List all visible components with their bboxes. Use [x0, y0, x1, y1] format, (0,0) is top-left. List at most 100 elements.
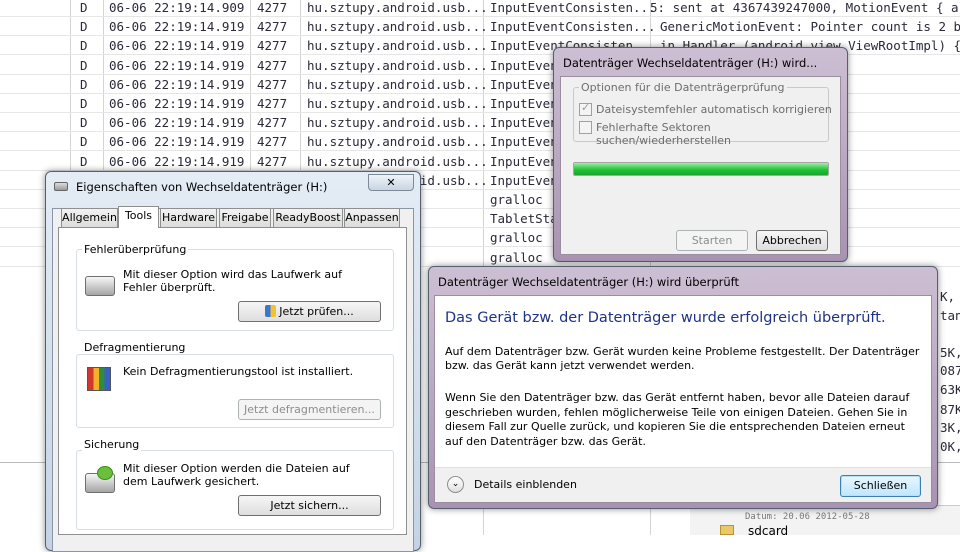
log-cell-tag: TabletSta: [490, 211, 558, 227]
close-icon: ✕: [386, 176, 396, 189]
fix-errors-checkbox[interactable]: ✓: [579, 101, 592, 116]
error-check-label: Fehlerüberprüfung: [82, 243, 189, 256]
scan-sectors-checkbox[interactable]: [579, 121, 592, 134]
check-now-button[interactable]: Jetzt prüfen...: [238, 301, 381, 322]
log-cell-time: 06-06 22:19:14.919: [109, 57, 245, 73]
log-cell-time: 06-06 22:19:14.919: [109, 153, 245, 169]
tab-freigabe[interactable]: Freigabe: [219, 208, 271, 227]
log-cell-pid: 4277: [257, 153, 288, 169]
log-edge-text: tan: [940, 308, 960, 323]
log-cell-app: hu.sztupy.android.usb...: [307, 115, 488, 131]
log-cell-lvl: D: [80, 76, 88, 92]
options-label: Optionen für die Datenträgerprüfung: [579, 81, 787, 94]
log-edge-text: 3K,: [940, 420, 960, 435]
result-paragraph-2: Wenn Sie den Datenträger bzw. das Gerät …: [445, 391, 910, 448]
backup-label: Sicherung: [82, 438, 142, 451]
tab-readyboost[interactable]: ReadyBoost: [273, 208, 343, 227]
window-title: Datenträger Wechseldatenträger (H:) wird…: [438, 275, 740, 289]
log-cell-tag: InputEventConsisten...: [490, 19, 656, 35]
expand-details-icon[interactable]: ⌄: [447, 476, 464, 493]
defrag-icon: [87, 367, 111, 391]
log-cell-lvl: D: [80, 57, 88, 73]
folder-icon: [720, 525, 734, 535]
log-cell-lvl: D: [80, 134, 88, 150]
log-cell-pid: 4277: [257, 0, 288, 15]
tools-tab-panel: Fehlerüberprüfung Mit dieser Option wird…: [58, 227, 407, 535]
explorer-item[interactable]: sdcard: [748, 524, 788, 538]
log-cell-pid: 4277: [257, 115, 288, 131]
tab-anpassen[interactable]: Anpassen: [344, 208, 400, 227]
error-check-text: Mit dieser Option wird das Laufwerk auf …: [123, 268, 342, 294]
log-cell-time: 06-06 22:19:14.919: [109, 96, 245, 111]
scan-sectors-label: Fehlerhafte Sektoren suchen/wiederherste…: [596, 121, 731, 147]
log-cell-pid: 4277: [257, 76, 288, 92]
log-cell-time: 06-06 22:19:14.919: [109, 115, 245, 131]
log-cell-tag: gralloc: [490, 192, 543, 207]
log-cell-msg: GenericMotionEvent: Pointer count is 2 b…: [660, 19, 960, 35]
drive-icon: [85, 276, 115, 296]
explorer-pane: Datum: 20.06 2012-05-28 sdcard: [690, 505, 960, 538]
tab-hardware[interactable]: Hardware: [160, 208, 217, 227]
explorer-date: Datum: 20.06 2012-05-28: [745, 512, 870, 522]
log-cell-lvl: D: [80, 96, 88, 111]
details-toggle[interactable]: Details einblenden: [474, 478, 577, 491]
log-edge-text: 087: [940, 363, 960, 378]
defrag-label: Defragmentierung: [82, 341, 188, 354]
log-cell-time: 06-06 22:19:14.919: [109, 19, 245, 35]
drive-icon: [54, 182, 68, 191]
log-cell-lvl: D: [80, 38, 88, 54]
result-footer: ⌄ Details einblenden Schließen: [435, 467, 931, 502]
progress-bar: [573, 162, 829, 176]
log-edge-text: 0K,: [940, 439, 960, 454]
log-cell-lvl: D: [80, 153, 88, 169]
cancel-button[interactable]: Abbrechen: [756, 230, 828, 251]
log-cell-tag: InputEventConsisten...: [490, 0, 656, 15]
backup-now-button[interactable]: Jetzt sichern...: [238, 495, 381, 516]
log-cell-lvl: D: [80, 115, 88, 131]
result-client: Das Gerät bzw. der Datenträger wurde erf…: [434, 295, 932, 503]
log-cell-app: hu.sztupy.android.usb...: [307, 0, 488, 15]
log-cell-tag: gralloc: [490, 230, 543, 246]
log-edge-text: K,: [940, 289, 956, 304]
close-button[interactable]: ✕: [368, 174, 414, 191]
defrag-text: Kein Defragmentierungstool ist installie…: [123, 365, 354, 378]
log-cell-pid: 4277: [257, 96, 288, 111]
close-dialog-button[interactable]: Schließen: [840, 475, 921, 497]
log-row[interactable]: D 06-06 22:19:14.919 4277 hu.sztupy.android…: [0, 17, 960, 36]
tab-allgemein[interactable]: Allgemein: [61, 208, 118, 227]
log-cell-app: hu.sztupy.android.usb...: [307, 19, 488, 35]
shield-icon: [265, 305, 277, 317]
log-cell-pid: 4277: [257, 134, 288, 150]
log-cell-time: 06-06 22:19:14.919: [109, 76, 245, 92]
result-window: Datenträger Wechseldatenträger (H:) wird…: [428, 266, 938, 509]
log-cell-msg: 5: sent at 4367439247000, MotionEvent { …: [650, 0, 959, 15]
fix-errors-label: Dateisystemfehler automatisch korrigiere…: [596, 103, 832, 116]
window-title: Eigenschaften von Wechseldatenträger (H:…: [76, 180, 328, 194]
log-edge-text: 87K: [940, 402, 960, 417]
log-cell-app: hu.sztupy.android.usb...: [307, 57, 488, 73]
log-edge-text: 63K: [940, 382, 960, 397]
log-cell-time: 06-06 22:19:14.919: [109, 134, 245, 150]
check-now-label: Jetzt prüfen...: [279, 305, 354, 318]
check-progress-window: Datenträger Wechseldatenträger (H:) wird…: [553, 47, 848, 262]
log-cell-app: hu.sztupy.android.usb...: [307, 153, 488, 169]
log-cell-lvl: D: [80, 19, 88, 35]
start-button[interactable]: Starten: [676, 230, 748, 251]
defrag-now-button[interactable]: Jetzt defragmentieren...: [238, 399, 381, 420]
backup-arrow-icon: [97, 466, 113, 480]
tab-tools[interactable]: Tools: [118, 206, 159, 228]
progress-fill: [574, 163, 828, 175]
log-cell-pid: 4277: [257, 57, 288, 73]
window-title: Datenträger Wechseldatenträger (H:) wird…: [563, 56, 818, 70]
log-cell-pid: 4277: [257, 19, 288, 35]
log-cell-tag: gralloc: [490, 249, 543, 265]
log-cell-app: hu.sztupy.android.usb...: [307, 134, 488, 150]
result-heading: Das Gerät bzw. der Datenträger wurde erf…: [445, 310, 886, 326]
backup-text: Mit dieser Option werden die Dateien auf…: [123, 462, 350, 488]
result-paragraph-1: Auf dem Datenträger bzw. Gerät wurden ke…: [445, 345, 920, 372]
log-row[interactable]: D 06-06 22:19:14.909 4277 hu.sztupy.android…: [0, 0, 960, 17]
log-cell-time: 06-06 22:19:14.909: [109, 0, 245, 15]
log-cell-lvl: D: [80, 0, 88, 15]
progress-client: Optionen für die Datenträgerprüfung ✓ Da…: [560, 76, 841, 255]
log-cell-time: 06-06 22:19:14.919: [109, 38, 245, 54]
